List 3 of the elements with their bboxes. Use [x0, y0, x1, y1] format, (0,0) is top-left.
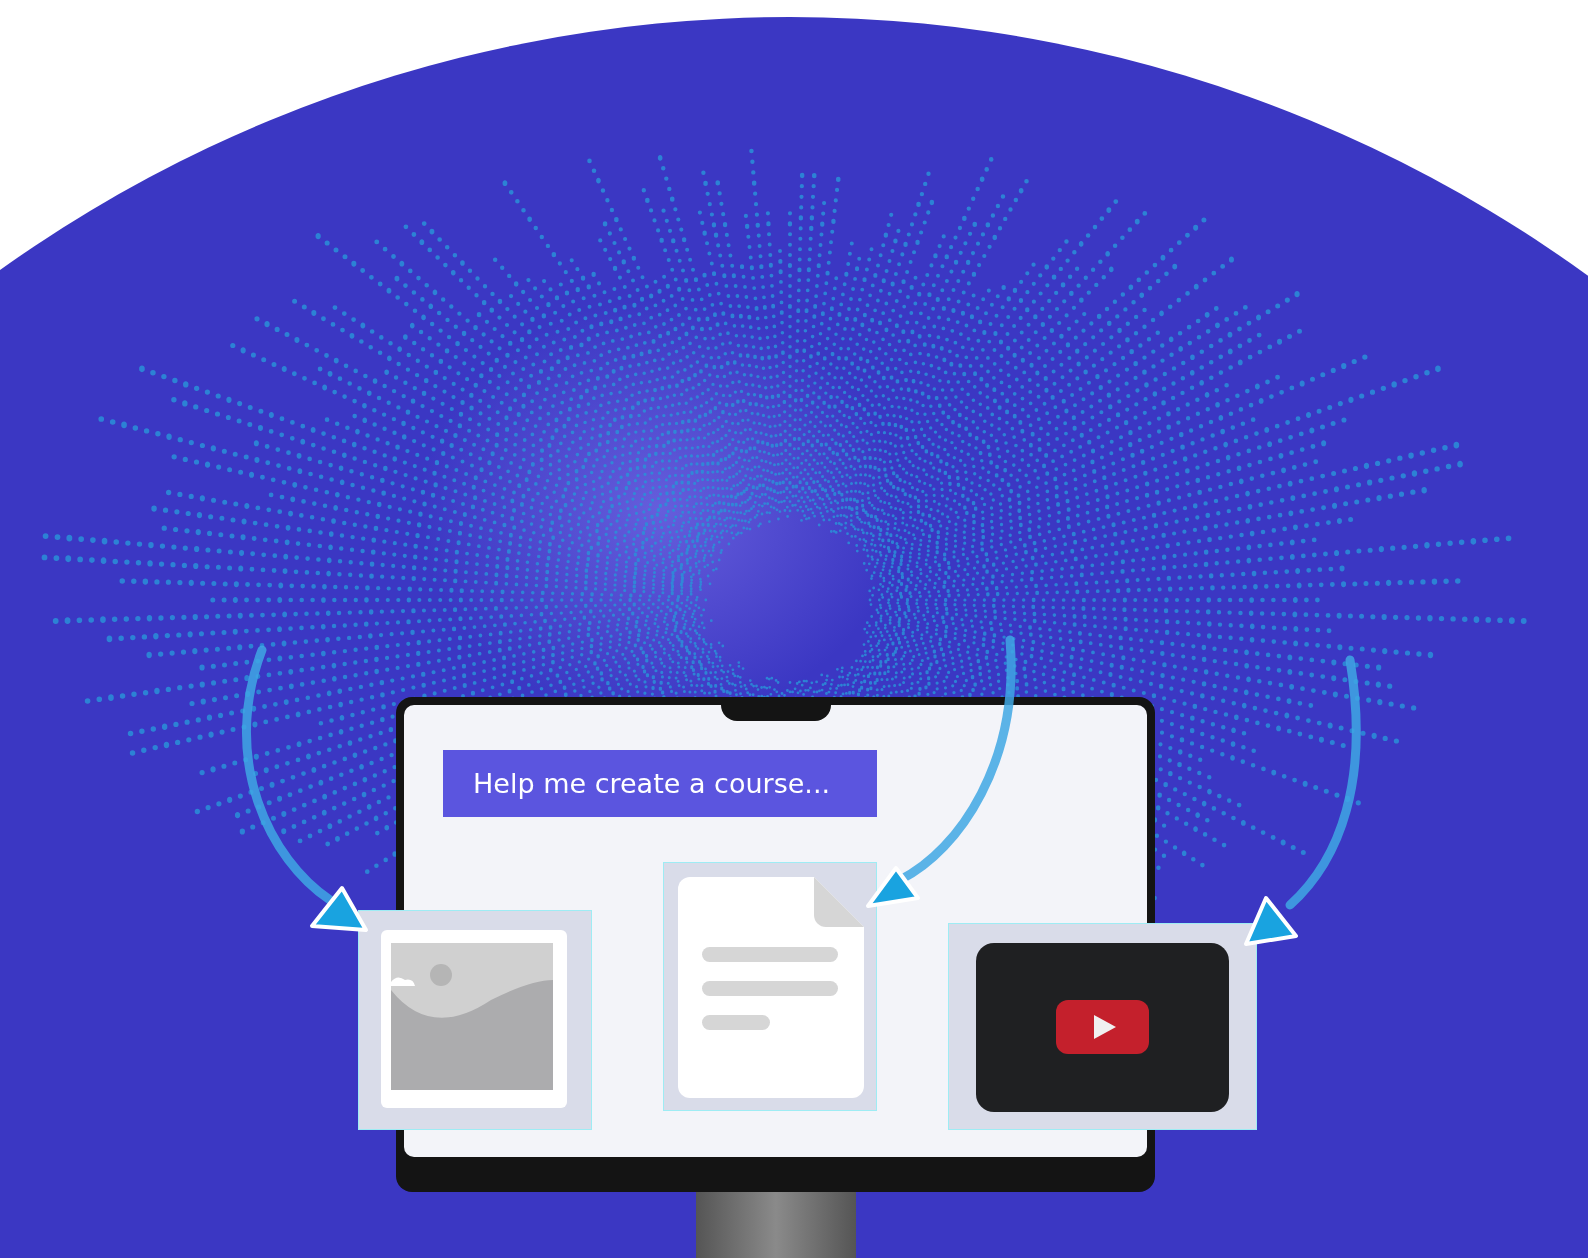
prompt-banner: Help me create a course... — [443, 750, 877, 817]
document-icon — [678, 877, 864, 1098]
video-player-icon — [976, 943, 1229, 1112]
